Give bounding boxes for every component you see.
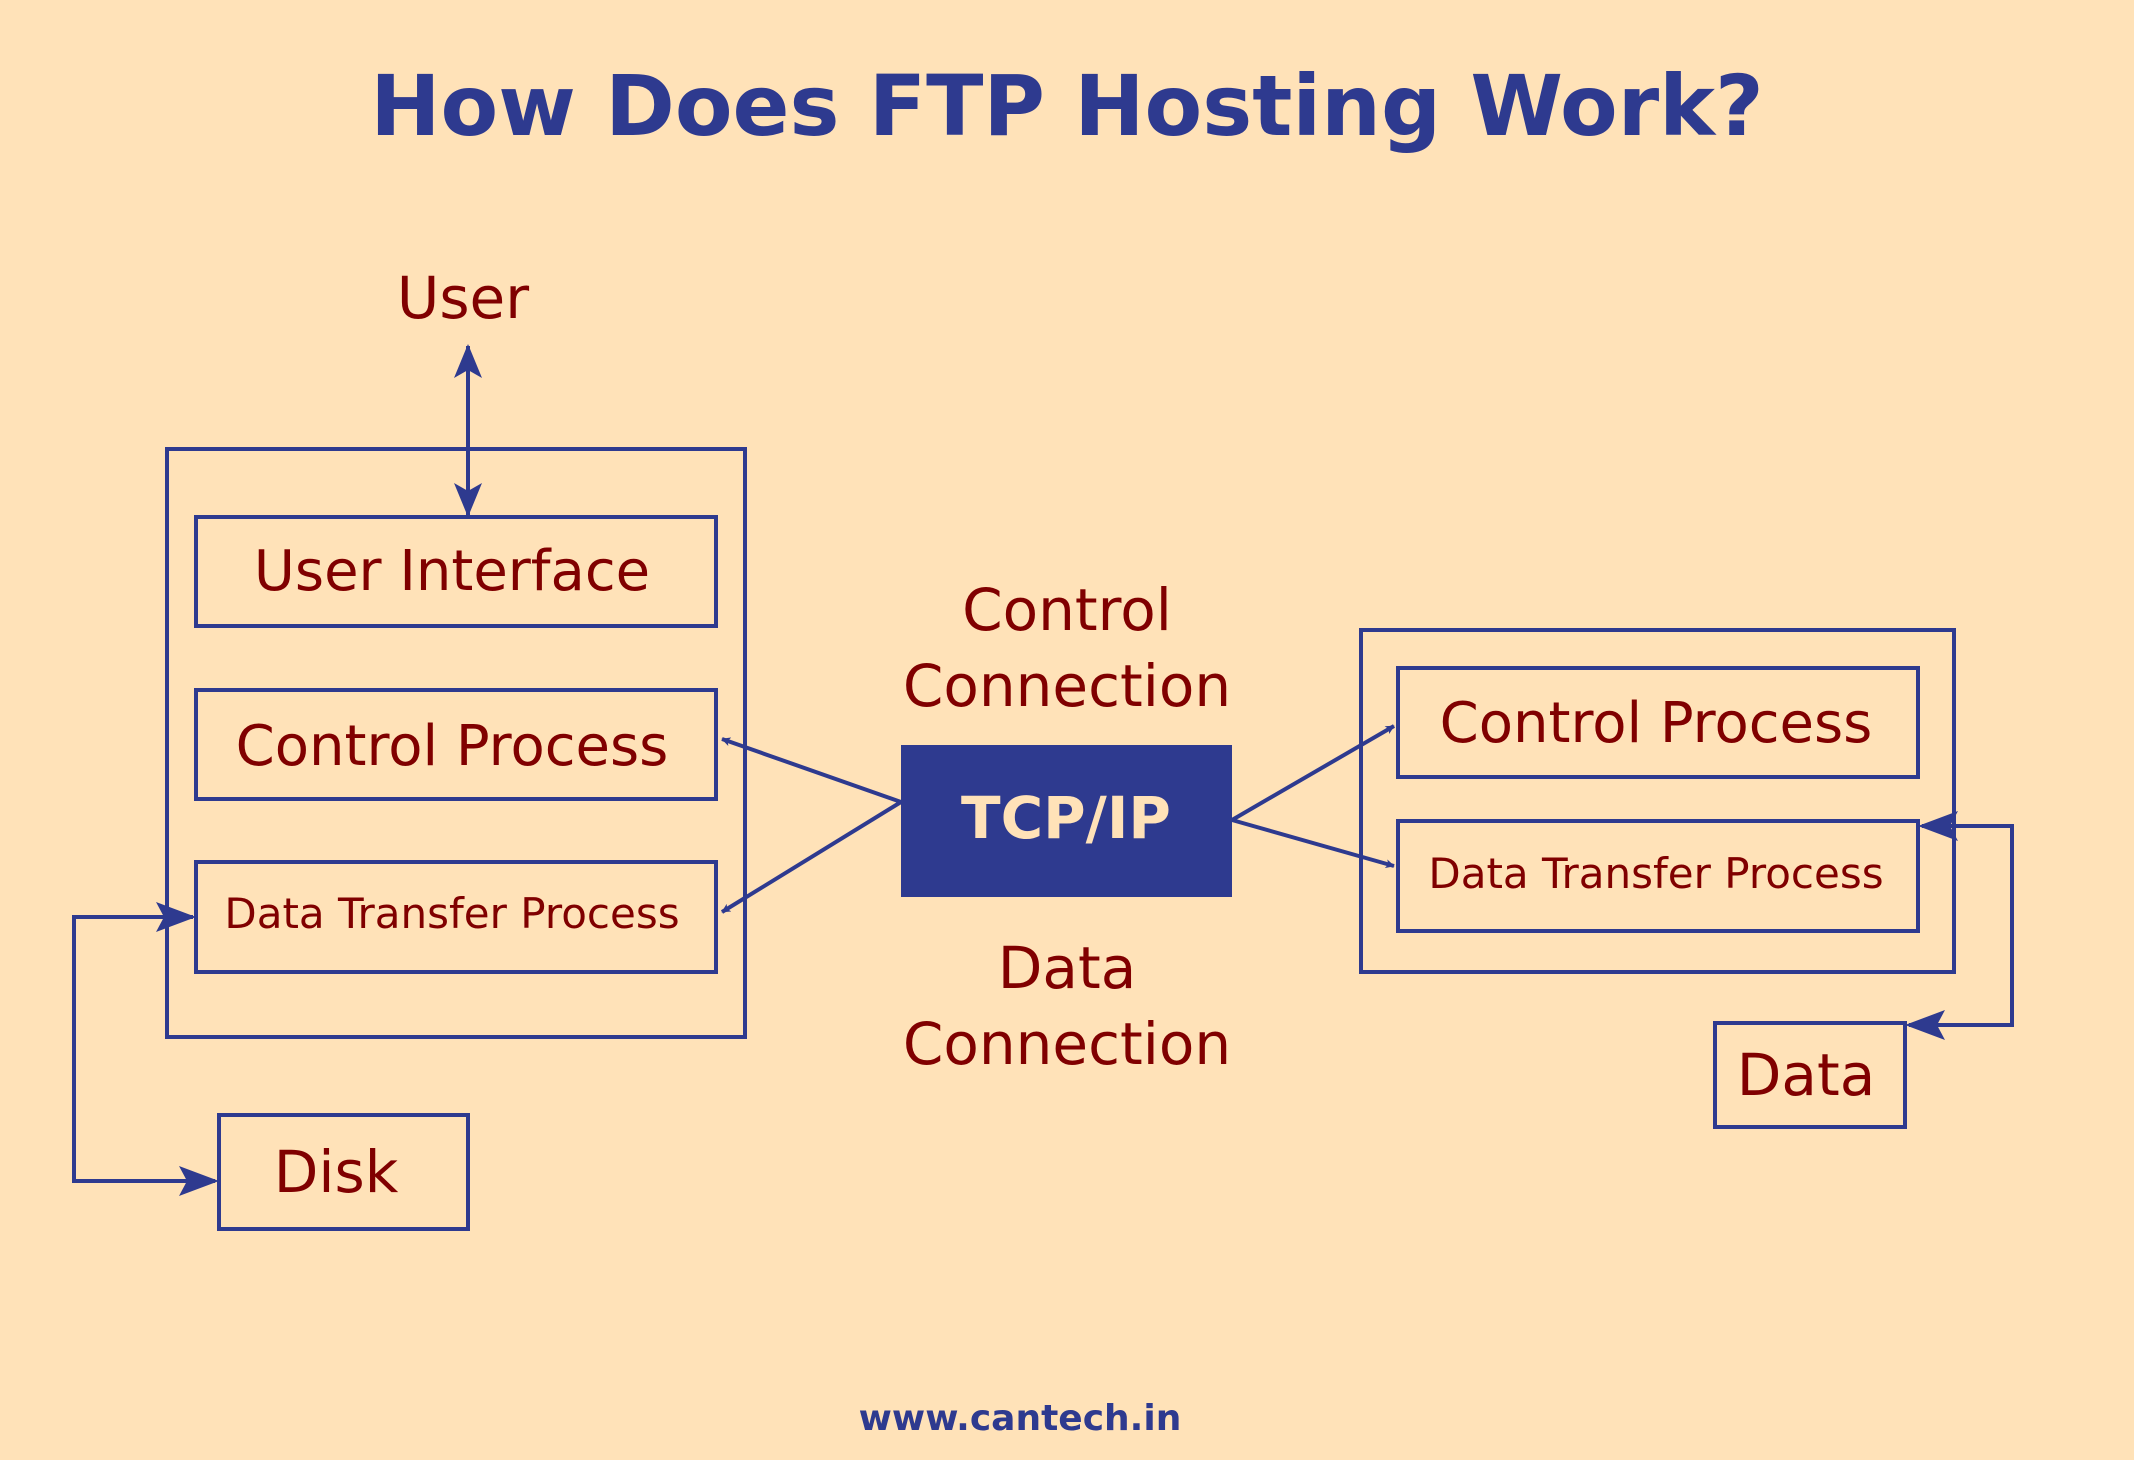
server-outer-box bbox=[1359, 628, 1956, 974]
data-connection-line1: Data bbox=[998, 934, 1137, 1002]
client-data-transfer-label: Data Transfer Process bbox=[224, 889, 679, 938]
ftp-diagram: How Does FTP Hosting Work? User User Int… bbox=[72, 57, 2014, 1439]
page-title: How Does FTP Hosting Work? bbox=[370, 57, 1764, 155]
server-control-process-label: Control Process bbox=[1440, 691, 1873, 756]
control-connection-line1: Control bbox=[962, 576, 1172, 644]
data-loop-line bbox=[1909, 824, 2014, 1027]
control-connection-left bbox=[721, 737, 902, 804]
footer-url: www.cantech.in bbox=[859, 1398, 1182, 1439]
disk-label: Disk bbox=[274, 1138, 399, 1206]
client-control-process-label: Control Process bbox=[236, 714, 669, 779]
client-user-interface-label: User Interface bbox=[254, 539, 650, 604]
data-label: Data bbox=[1737, 1041, 1876, 1109]
disk-loop-line bbox=[72, 915, 215, 1183]
control-connection-right bbox=[1230, 724, 1396, 822]
user-label: User bbox=[397, 264, 529, 332]
control-connection-line2: Connection bbox=[903, 652, 1231, 720]
server-data-transfer-label: Data Transfer Process bbox=[1428, 849, 1883, 898]
data-connection-line2: Connection bbox=[903, 1010, 1231, 1078]
data-connection-left bbox=[720, 800, 903, 914]
data-connection-right bbox=[1231, 818, 1395, 869]
tcp-ip-label: TCP/IP bbox=[961, 784, 1171, 852]
